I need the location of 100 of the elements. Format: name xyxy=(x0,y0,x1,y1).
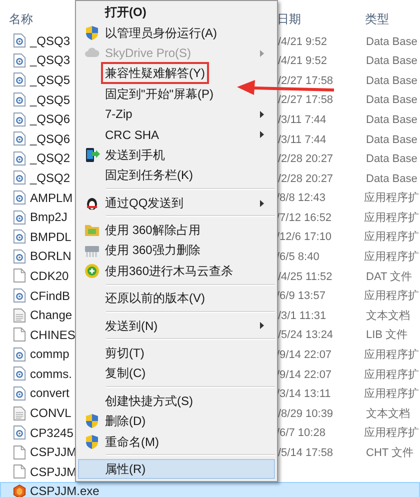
menu-item[interactable]: 创建快捷方式(S) xyxy=(78,390,275,412)
file-name[interactable]: CSPJJM xyxy=(30,462,77,481)
file-name[interactable]: CP3245 xyxy=(30,424,74,442)
column-header[interactable]: 类型 xyxy=(365,12,389,26)
folder-icon xyxy=(84,222,100,238)
file-type: Data Base xyxy=(366,114,418,126)
file-date: /2/27 17:58 xyxy=(278,94,334,106)
menu-item[interactable]: 7-Zip xyxy=(78,104,275,124)
menu-item[interactable]: 固定到任务栏(K) xyxy=(78,165,275,186)
file-name[interactable]: AMPLM xyxy=(30,188,73,207)
file-name[interactable]: convert xyxy=(30,384,70,402)
file-date: /3/11 7:44 xyxy=(278,134,326,146)
menu-item[interactable]: 剪切(T) xyxy=(78,342,275,364)
blank-document-icon xyxy=(13,327,26,342)
gear-document-icon xyxy=(13,288,26,304)
menu-item[interactable]: 通过QQ发送到 xyxy=(78,192,275,213)
menu-item[interactable]: CRC SHA xyxy=(78,124,275,145)
file-name[interactable]: BMPDL xyxy=(30,228,72,246)
file-type: Data Base xyxy=(366,94,418,106)
selected-file-row[interactable]: CSPJJM.exe xyxy=(0,482,420,497)
phone-icon xyxy=(84,146,100,163)
file-date: /3/1 11:31 xyxy=(278,310,326,322)
menu-item[interactable]: 使用360进行木马云查杀 xyxy=(78,260,275,282)
gear-document-icon xyxy=(13,150,26,166)
blank-document-icon xyxy=(13,464,26,480)
file-type: Data Base xyxy=(366,55,418,68)
shield-icon xyxy=(84,24,100,41)
menu-item[interactable]: 打开(O) xyxy=(78,2,275,22)
file-date: /4/25 11:52 xyxy=(278,270,332,283)
file-date: /5/24 13:24 xyxy=(278,329,334,342)
file-type: 文本文档 xyxy=(366,310,410,322)
file-name[interactable]: CSPJJM xyxy=(30,443,77,462)
file-date: /2/27 17:58 xyxy=(278,74,334,87)
gear-document-icon xyxy=(13,190,26,206)
blank-document-icon xyxy=(13,444,26,460)
gear-document-icon xyxy=(13,52,26,68)
file-type: DAT 文件 xyxy=(366,270,412,283)
file-name[interactable]: CFindB xyxy=(30,286,70,305)
file-date: /2/28 20:27 xyxy=(278,153,334,166)
column-header[interactable]: 名称 xyxy=(9,12,33,26)
file-name[interactable]: CDK20 xyxy=(30,266,69,285)
file-name[interactable]: _QSQ5 xyxy=(30,90,70,109)
file-name[interactable]: _QSQ3 xyxy=(30,32,70,50)
gear-document-icon xyxy=(13,210,26,225)
gear-document-icon xyxy=(13,366,26,382)
file-name[interactable]: _QSQ5 xyxy=(30,70,70,89)
file-name[interactable]: Bmp2J xyxy=(30,208,68,226)
file-type: 应用程序扩 xyxy=(364,368,419,381)
text-document-icon xyxy=(13,308,26,323)
file-type: CHT 文件 xyxy=(366,447,414,460)
gear-document-icon xyxy=(13,425,26,440)
menu-item[interactable]: 固定到"开始"屏幕(P) xyxy=(78,84,275,104)
file-name[interactable]: CHINES xyxy=(30,326,76,344)
file-name[interactable]: _QSQ6 xyxy=(30,110,70,128)
menu-item[interactable]: 发送到手机 xyxy=(78,144,275,166)
file-name[interactable]: Change xyxy=(30,306,72,324)
menu-item[interactable]: 重命名(M) xyxy=(78,431,275,452)
file-type: 应用程序扩 xyxy=(364,349,419,362)
file-name[interactable]: _QSQ2 xyxy=(30,168,70,187)
gear-document-icon xyxy=(13,92,26,108)
file-name[interactable]: _QSQ2 xyxy=(30,149,70,168)
hexagon-app-icon xyxy=(13,484,26,497)
highlighted-menu-label: 兼容性疑难解答(Y) xyxy=(101,62,209,84)
file-type: 应用程序扩 xyxy=(364,231,419,244)
shield-icon xyxy=(84,413,100,430)
file-name[interactable]: _QSQ6 xyxy=(30,130,70,148)
menu-item[interactable]: 复制(C) xyxy=(78,363,275,384)
file-date: /4/21 9:52 xyxy=(278,55,327,68)
gear-document-icon xyxy=(13,229,26,244)
file-type: 应用程序扩 xyxy=(364,251,419,264)
file-date: /3/11 7:44 xyxy=(278,114,326,126)
blank-document-icon xyxy=(13,268,26,284)
file-name[interactable]: comms. xyxy=(30,364,72,383)
menu-item[interactable]: 发送到(N) xyxy=(78,315,275,336)
file-name[interactable]: _QSQ3 xyxy=(30,51,70,70)
text-document-icon xyxy=(13,406,26,421)
menu-item[interactable]: 删除(D) xyxy=(78,411,275,432)
column-header[interactable]: 日期 xyxy=(277,12,301,26)
menu-item[interactable]: 属性(R) xyxy=(78,458,275,480)
menu-item[interactable]: 使用 360强力删除 xyxy=(78,240,275,261)
file-name[interactable]: CONVL xyxy=(30,404,72,422)
plus-circle-icon xyxy=(84,262,100,279)
file-type: Data Base xyxy=(366,172,418,185)
file-type: Data Base xyxy=(366,134,418,146)
menu-item[interactable]: 还原以前的版本(V) xyxy=(78,288,275,308)
menu-item[interactable]: 使用 360解除占用 xyxy=(78,220,275,240)
menu-item[interactable]: 兼容性疑难解答(Y) xyxy=(78,63,275,84)
file-date: /8/29 10:39 xyxy=(278,408,334,420)
menu-item[interactable]: 以管理员身份运行(A) xyxy=(78,22,275,43)
file-type: Data Base xyxy=(366,36,418,48)
file-name[interactable]: commp xyxy=(30,345,70,364)
gear-document-icon xyxy=(13,170,26,186)
gear-document-icon xyxy=(13,346,26,362)
file-date: /2/28 20:27 xyxy=(278,172,334,185)
file-date: /5/14 17:58 xyxy=(278,447,334,460)
file-date: /4/21 9:52 xyxy=(278,36,327,48)
gear-document-icon xyxy=(13,386,26,401)
file-name[interactable]: BORLN xyxy=(30,247,72,266)
file-name[interactable]: CSPJJM.exe xyxy=(30,482,100,497)
file-type: 应用程序扩 xyxy=(364,427,419,440)
